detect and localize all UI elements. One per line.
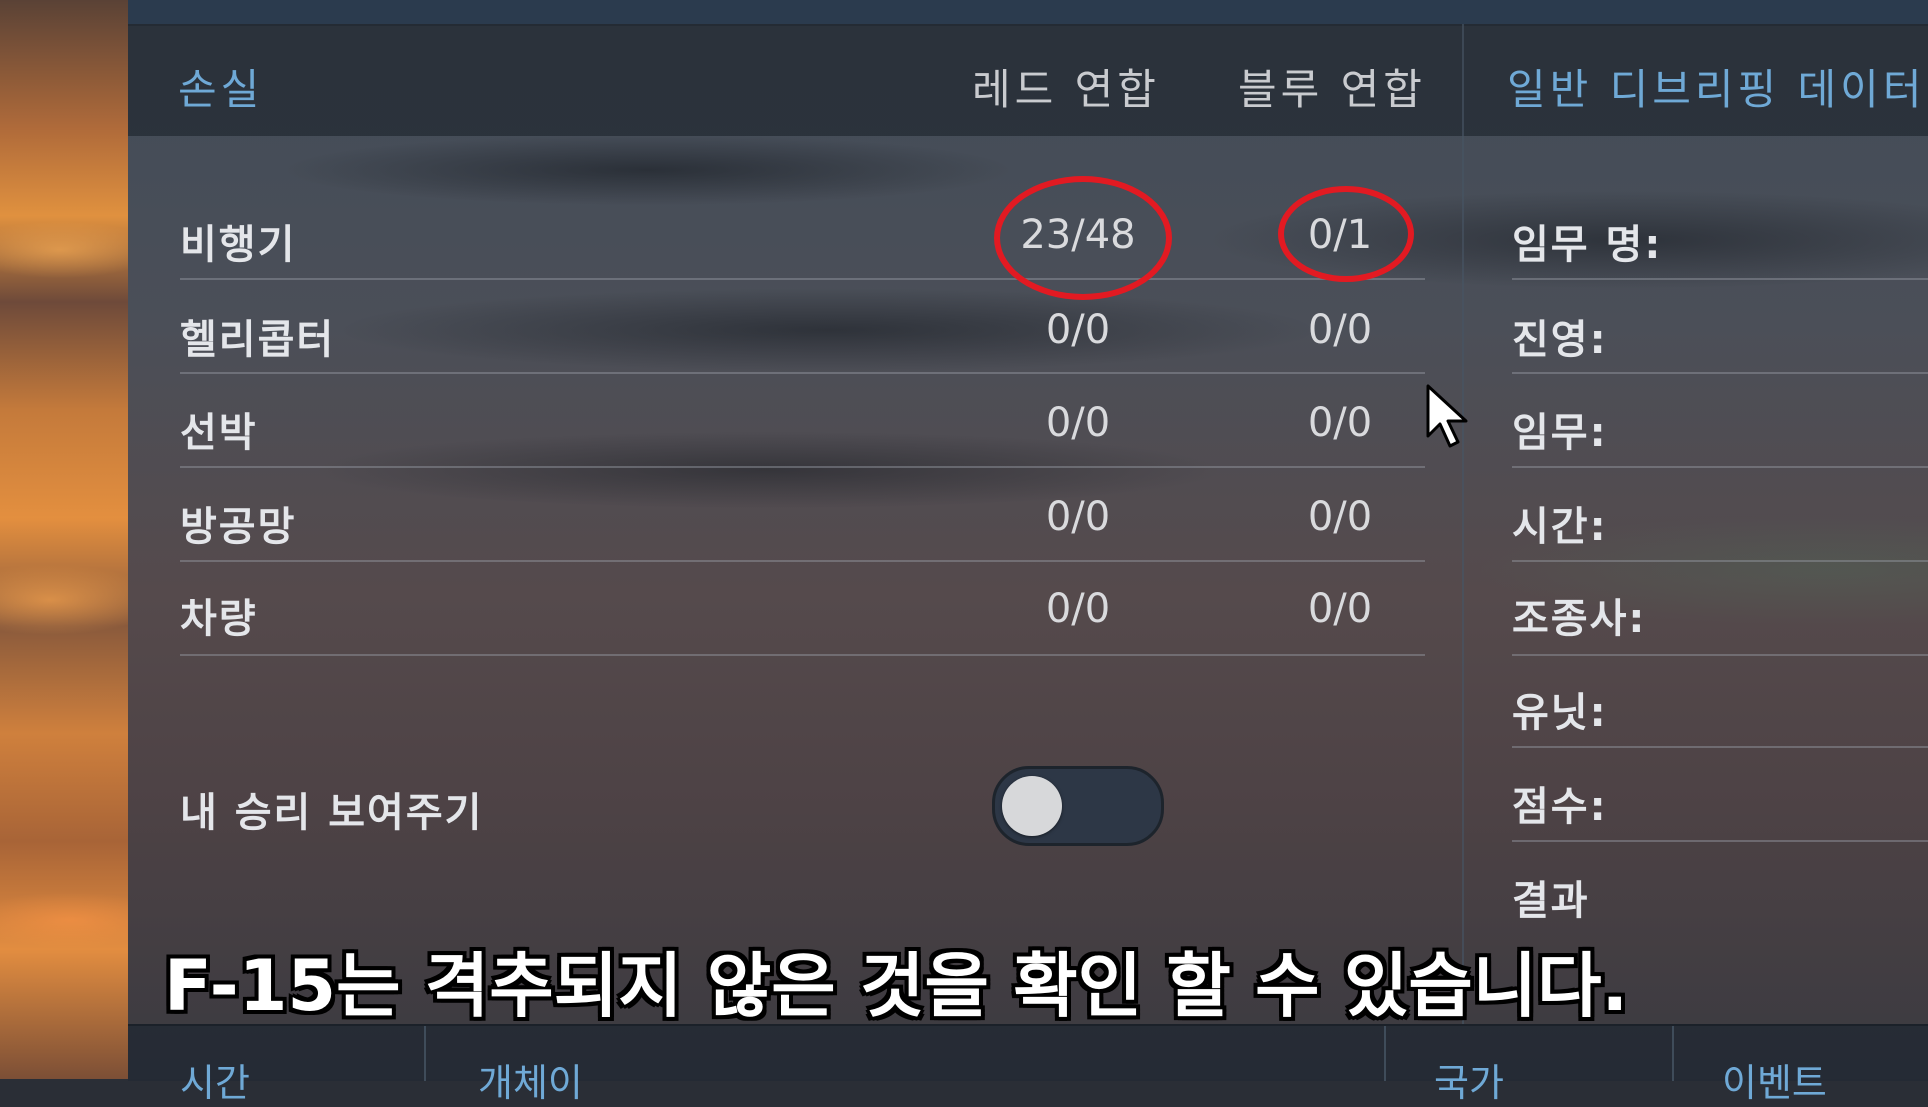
row-divider	[1512, 466, 1928, 468]
tab-country[interactable]: 국가	[1434, 1052, 1504, 1107]
row-divider	[1512, 560, 1928, 562]
row-divider	[1512, 654, 1928, 656]
debrief-field-time: 시간:	[1512, 504, 1608, 550]
debrief-field-pilot: 조종사:	[1512, 596, 1647, 642]
general-debrief-title: 일반 디브리핑 데이터	[1507, 65, 1926, 114]
column-separator	[1384, 1026, 1386, 1081]
debrief-field-mission-name: 임무 명:	[1512, 222, 1663, 268]
blue-helicopter-losses: 0/0	[1307, 307, 1373, 353]
row-divider	[180, 278, 1425, 280]
column-red-coalition[interactable]: 레드 연합	[972, 56, 1160, 117]
tab-time[interactable]: 시간	[180, 1052, 250, 1107]
row-divider	[180, 372, 1425, 374]
red-helicopter-losses: 0/0	[1045, 307, 1111, 353]
tab-object[interactable]: 개체이	[478, 1052, 583, 1107]
show-my-wins-label: 내 승리 보여주기	[180, 790, 484, 836]
debrief-field-unit: 유닛:	[1512, 690, 1608, 736]
toggle-knob[interactable]	[1002, 776, 1062, 836]
blue-vehicle-losses: 0/0	[1307, 586, 1373, 632]
debrief-field-score: 점수:	[1512, 784, 1608, 830]
top-strip	[128, 0, 1928, 26]
column-divider	[1462, 24, 1464, 1024]
blue-ship-losses: 0/0	[1307, 400, 1373, 446]
loss-row-label-air-defense: 방공망	[180, 504, 297, 550]
row-divider	[1512, 278, 1928, 280]
row-divider	[180, 654, 1425, 656]
background-sunset-strip	[0, 0, 128, 1079]
highlight-circle-red-aircraft	[994, 176, 1172, 300]
row-divider	[1512, 372, 1928, 374]
column-separator	[424, 1026, 426, 1081]
red-ship-losses: 0/0	[1045, 400, 1111, 446]
loss-row-label-helicopter: 헬리콥터	[180, 317, 336, 363]
debrief-field-result: 결과	[1512, 878, 1590, 924]
red-air-defense-losses: 0/0	[1045, 494, 1111, 540]
blue-air-defense-losses: 0/0	[1307, 494, 1373, 540]
row-divider	[180, 466, 1425, 468]
row-divider	[180, 560, 1425, 562]
loss-row-label-aircraft: 비행기	[180, 222, 297, 268]
row-divider	[1512, 840, 1928, 842]
column-separator	[1672, 1026, 1674, 1081]
loss-row-label-ship: 선박	[180, 410, 258, 456]
show-my-wins-toggle[interactable]	[992, 766, 1164, 846]
debrief-field-side: 진영:	[1512, 317, 1608, 363]
column-blue-coalition[interactable]: 블루 연합	[1238, 56, 1426, 117]
loss-row-label-vehicle: 차량	[180, 596, 258, 642]
event-log-header: 시간 개체이 국가 이벤트	[128, 1024, 1928, 1105]
red-vehicle-losses: 0/0	[1045, 586, 1111, 632]
losses-title: 손실	[178, 65, 264, 114]
tab-event[interactable]: 이벤트	[1722, 1052, 1827, 1107]
debrief-field-mission: 임무:	[1512, 410, 1608, 456]
highlight-circle-blue-aircraft	[1278, 186, 1414, 282]
mouse-cursor-icon	[1426, 384, 1468, 448]
row-divider	[1512, 746, 1928, 748]
video-subtitle-caption: F-15는 격추되지 않은 것을 확인 할 수 있습니다.	[164, 945, 1629, 1027]
